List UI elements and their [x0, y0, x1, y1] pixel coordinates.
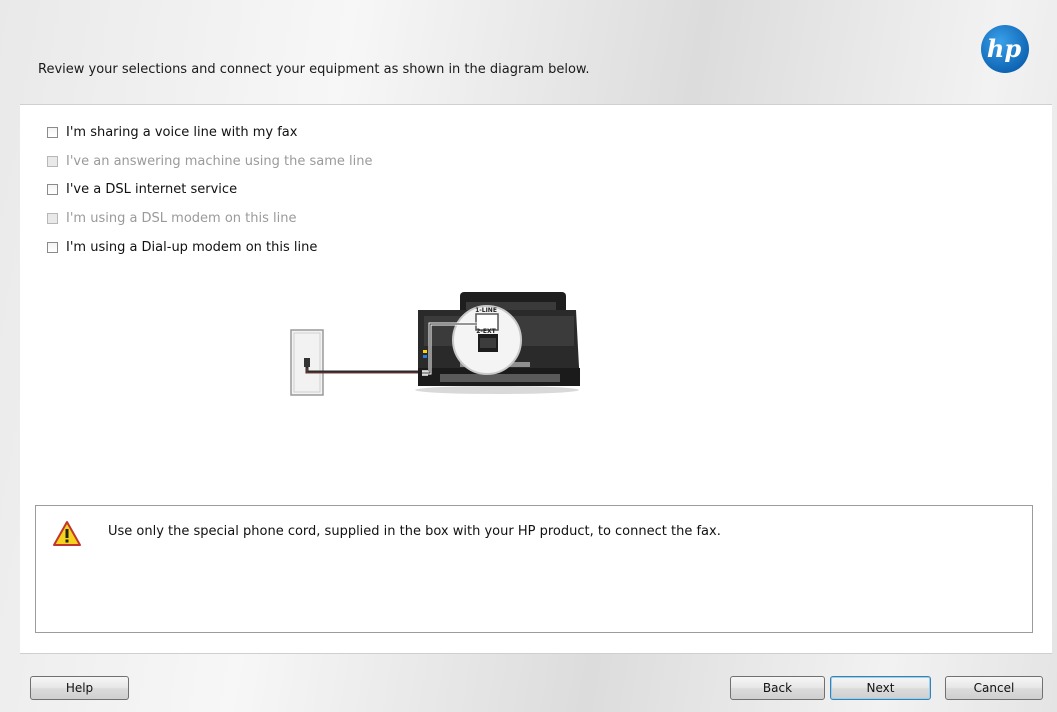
- warning-text: Use only the special phone cord, supplie…: [108, 524, 721, 539]
- connection-diagram: 1-LINE 2-EXT: [290, 292, 580, 396]
- content-panel: I'm sharing a voice line with my fax I'v…: [20, 104, 1052, 654]
- option-label: I'm sharing a voice line with my fax: [66, 124, 298, 140]
- phone-cord-icon: [305, 367, 422, 374]
- port-1-label: 1-LINE: [475, 307, 497, 314]
- warning-triangle-icon: [53, 521, 81, 546]
- hp-logo-text: hp: [987, 34, 1021, 63]
- hp-logo-icon: hp: [981, 25, 1029, 73]
- wall-jack-icon: [290, 329, 324, 396]
- instruction-text: Review your selections and connect your …: [38, 62, 590, 77]
- dsl-service-checkbox[interactable]: [47, 183, 58, 195]
- help-button[interactable]: Help: [30, 676, 129, 700]
- dialup-modem-checkbox[interactable]: [47, 241, 58, 253]
- back-button[interactable]: Back: [730, 676, 825, 700]
- option-dsl-service[interactable]: I've a DSL internet service: [47, 180, 237, 198]
- printer-icon: 1-LINE 2-EXT: [415, 292, 580, 394]
- option-label: I'm using a Dial-up modem on this line: [66, 239, 318, 255]
- dsl-modem-checkbox: [47, 212, 58, 224]
- port-2-label: 2-EXT: [476, 328, 496, 335]
- option-answering-machine: I've an answering machine using the same…: [47, 152, 372, 170]
- voice-line-checkbox[interactable]: [47, 126, 58, 138]
- warning-box: Use only the special phone cord, supplie…: [35, 505, 1033, 633]
- option-label: I've an answering machine using the same…: [66, 153, 373, 169]
- next-button[interactable]: Next: [830, 676, 931, 700]
- option-dsl-modem: I'm using a DSL modem on this line: [47, 209, 297, 227]
- option-dialup-modem[interactable]: I'm using a Dial-up modem on this line: [47, 238, 317, 256]
- option-label: I'm using a DSL modem on this line: [66, 210, 297, 226]
- header: Review your selections and connect your …: [0, 0, 1057, 104]
- answering-machine-checkbox: [47, 155, 58, 167]
- option-voice-line[interactable]: I'm sharing a voice line with my fax: [47, 123, 297, 141]
- cancel-button[interactable]: Cancel: [945, 676, 1043, 700]
- option-label: I've a DSL internet service: [66, 181, 238, 197]
